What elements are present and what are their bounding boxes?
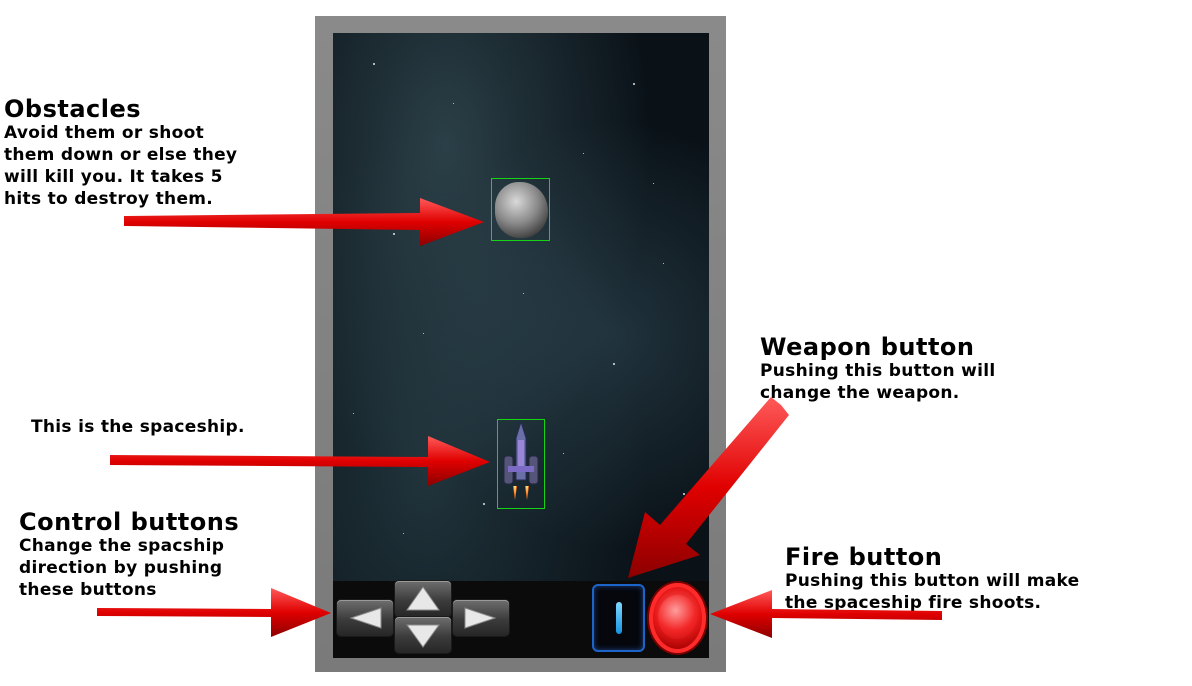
- red-arrow-icon: [124, 198, 484, 246]
- red-arrow-icon: [110, 436, 490, 486]
- red-arrow-icon: [628, 397, 789, 578]
- callout-arrows: [97, 198, 942, 638]
- red-arrow-icon: [710, 590, 942, 638]
- red-arrow-icon: [97, 588, 331, 637]
